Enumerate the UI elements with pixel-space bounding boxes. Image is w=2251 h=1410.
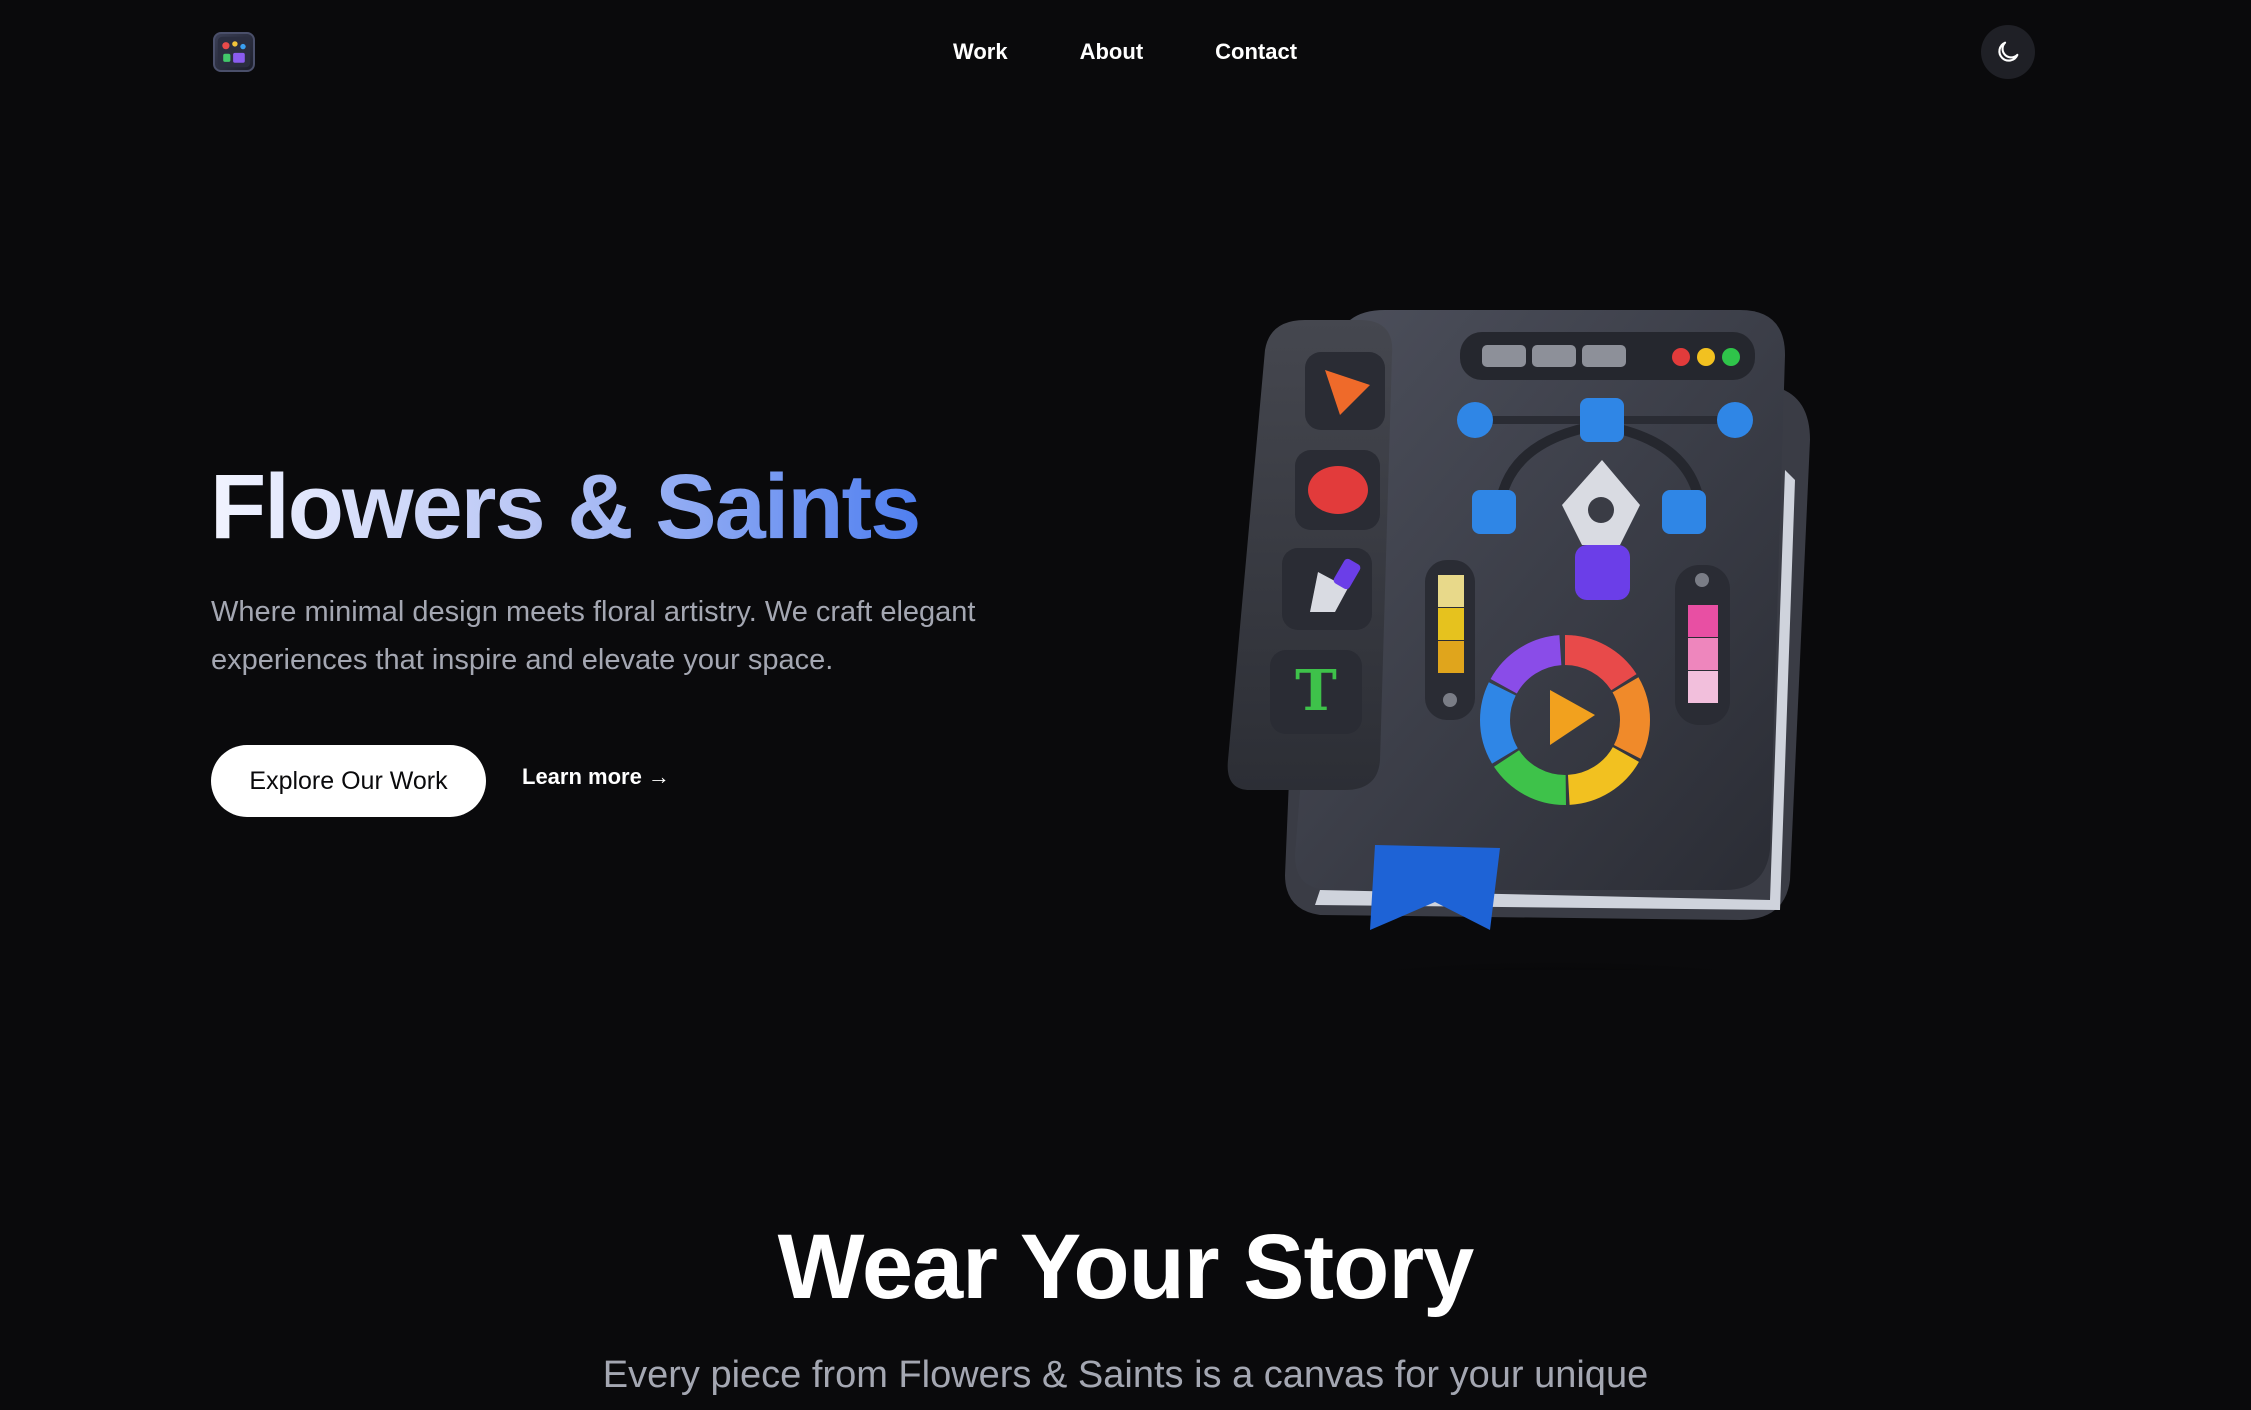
- section-title: Wear Your Story: [777, 1216, 1475, 1318]
- hero-subtitle: Where minimal design meets floral artist…: [211, 596, 976, 676]
- hero-title: Flowers & Saints: [210, 452, 919, 562]
- nav-link-contact[interactable]: Contact: [1215, 39, 1297, 65]
- nav-links: Work About Contact: [953, 36, 1297, 68]
- top-navigation: Work About Contact: [0, 0, 2251, 104]
- nav-link-about[interactable]: About: [1080, 39, 1144, 65]
- design-toolkit-book-illustration: T: [1210, 290, 1860, 970]
- moon-icon: [1998, 41, 2019, 62]
- explore-work-button[interactable]: Explore Our Work: [211, 745, 486, 817]
- theme-toggle-button[interactable]: [1981, 25, 2035, 79]
- palette-app-logo-icon[interactable]: [213, 32, 255, 72]
- page: Work About Contact Flowers & Saints Wher…: [0, 0, 2251, 1410]
- learn-more-link[interactable]: Learn more →: [522, 764, 670, 798]
- nav-link-work[interactable]: Work: [953, 39, 1008, 65]
- hero-title-part1: Flowers: [210, 456, 544, 558]
- section-subtitle: Every piece from Flowers & Saints is a c…: [602, 1354, 1649, 1396]
- svg-text:T: T: [1295, 658, 1337, 724]
- hero-title-ampersand: &: [567, 456, 632, 558]
- hero-title-part2: Saints: [655, 456, 920, 558]
